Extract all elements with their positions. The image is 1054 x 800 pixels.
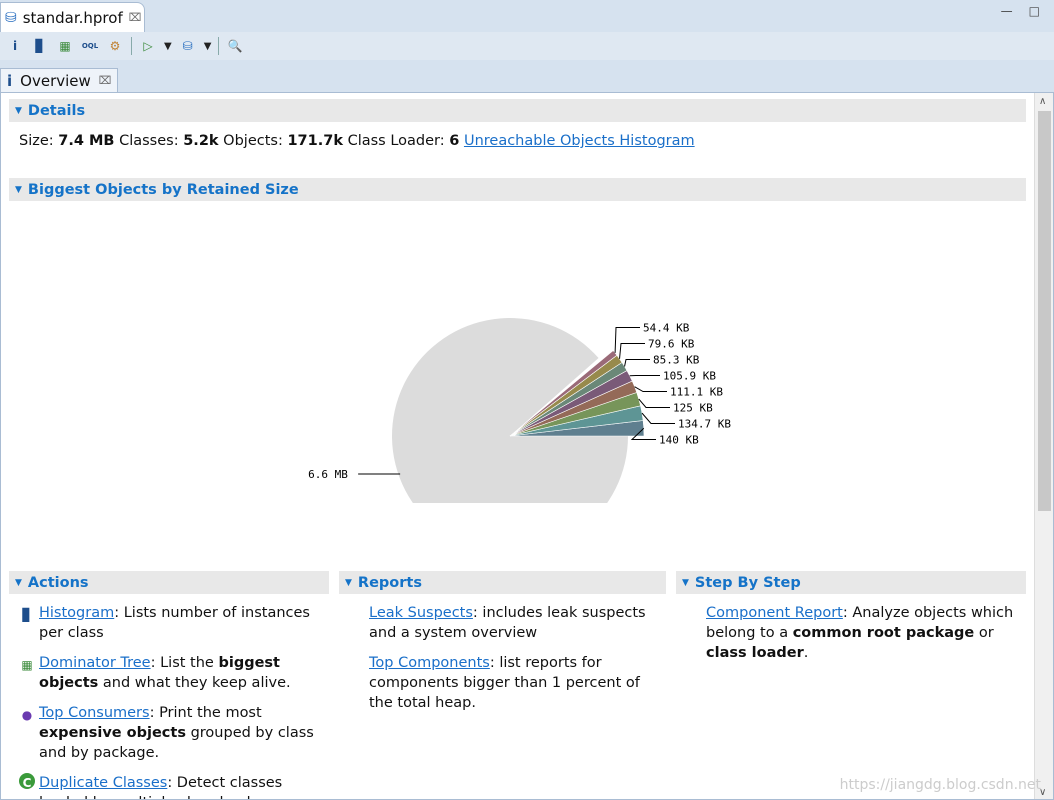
label-leader bbox=[619, 343, 645, 359]
section-title: Actions bbox=[27, 574, 89, 591]
leak-suspects-link[interactable]: Leak Suspects bbox=[369, 605, 473, 621]
slice-label: 79.6 KB bbox=[648, 338, 695, 351]
database-gear-icon[interactable]: ⛁ bbox=[179, 37, 197, 55]
histogram-icon[interactable]: ▊ bbox=[31, 37, 49, 55]
collapse-triangle-icon: ▼ bbox=[682, 577, 689, 588]
run-report-icon[interactable]: ▷ bbox=[139, 37, 157, 55]
collapse-triangle-icon: ▼ bbox=[15, 105, 22, 116]
gear-icon[interactable]: ⚙ bbox=[106, 37, 124, 55]
step-list: Component Report: Analyze objects which … bbox=[706, 605, 1014, 661]
separator bbox=[131, 37, 132, 55]
details-section-header[interactable]: ▼ Details bbox=[9, 99, 1026, 122]
duplicate-classes-link[interactable]: Duplicate Classes bbox=[39, 775, 167, 791]
actions-section-header[interactable]: ▼ Actions bbox=[9, 571, 329, 594]
section-title: Step By Step bbox=[694, 574, 801, 591]
collapse-triangle-icon: ▼ bbox=[345, 577, 352, 588]
component-report-link[interactable]: Component Report bbox=[706, 605, 843, 621]
label-leader bbox=[641, 412, 675, 424]
close-icon[interactable]: ⌧ bbox=[99, 74, 112, 87]
toolbar: i ▊ ▦ OQL ⚙ ▷ ▼ ⛁ ▼ 🔍 bbox=[0, 32, 1054, 60]
section-title: Reports bbox=[357, 574, 422, 591]
chevron-down-icon[interactable]: ▼ bbox=[164, 41, 172, 52]
chevron-down-icon[interactable]: ▼ bbox=[204, 41, 212, 52]
scroll-up-icon[interactable]: ∧ bbox=[1039, 96, 1046, 107]
action-dominator-tree: ▦ Dominator Tree: List the biggest object… bbox=[19, 653, 319, 693]
label-leader bbox=[624, 359, 650, 367]
database-icon: ⛁ bbox=[5, 9, 17, 26]
slice-label: 134.7 KB bbox=[678, 418, 731, 431]
action-top-consumers: ● Top Consumers: Print the most expensive… bbox=[19, 703, 319, 763]
separator bbox=[218, 37, 220, 55]
slice-label: 54.4 KB bbox=[643, 322, 690, 335]
top-components-link[interactable]: Top Components bbox=[369, 655, 490, 671]
label-leader bbox=[634, 386, 667, 392]
top-consumers-link[interactable]: Top Consumers bbox=[39, 705, 150, 721]
unreachable-objects-link[interactable]: Unreachable Objects Histogram bbox=[464, 133, 695, 149]
dominator-tree-link[interactable]: Dominator Tree bbox=[39, 655, 151, 671]
oql-icon[interactable]: OQL bbox=[81, 37, 99, 55]
section-title: Biggest Objects by Retained Size bbox=[27, 181, 299, 198]
editor-tab[interactable]: ⛁ standar.hprof ⌧ bbox=[0, 2, 145, 32]
vertical-scrollbar[interactable]: ∧ ∨ bbox=[1034, 93, 1053, 799]
watermark: https://jiangdg.blog.csdn.net bbox=[839, 777, 1041, 793]
histogram-icon: ▊ bbox=[22, 608, 32, 622]
editor-tab-label: standar.hprof bbox=[22, 8, 123, 27]
class-icon: C bbox=[19, 773, 35, 790]
section-title: Details bbox=[27, 102, 86, 119]
pie-chart: 6.6 MB 140 KB 134.7 KB 125 KB 111.1 KB 105.9 … bbox=[308, 318, 731, 503]
scrollbar-thumb[interactable] bbox=[1038, 111, 1051, 511]
biggest-objects-section-header[interactable]: ▼ Biggest Objects by Retained Size bbox=[9, 178, 1026, 201]
slice-label: 111.1 KB bbox=[670, 386, 723, 399]
tab-overview[interactable]: i Overview ⌧ bbox=[0, 68, 118, 92]
slice-label: 6.6 MB bbox=[308, 468, 348, 481]
action-duplicate-classes: CDuplicate Classes: Detect classes loade… bbox=[19, 773, 319, 799]
slice-label: 140 KB bbox=[659, 434, 699, 447]
minimize-button[interactable]: — bbox=[1001, 4, 1013, 18]
info-icon[interactable]: i bbox=[6, 37, 24, 55]
maximize-button[interactable]: □ bbox=[1029, 4, 1040, 18]
overview-content: ▼ Details Size: 7.4 MB Classes: 5.2k Obje… bbox=[0, 92, 1054, 800]
pie-icon: ● bbox=[21, 708, 33, 722]
close-icon[interactable]: ⌧ bbox=[129, 11, 142, 24]
label-leader bbox=[614, 327, 640, 353]
label-leader bbox=[638, 398, 670, 408]
step-section-header[interactable]: ▼ Step By Step bbox=[676, 571, 1026, 594]
dominator-tree-icon: ▦ bbox=[21, 658, 33, 672]
slice-label: 105.9 KB bbox=[663, 370, 716, 383]
info-icon: i bbox=[7, 71, 13, 90]
details-summary: Size: 7.4 MB Classes: 5.2k Objects: 171.… bbox=[19, 133, 695, 149]
dominator-tree-icon[interactable]: ▦ bbox=[56, 37, 74, 55]
histogram-link[interactable]: Histogram bbox=[39, 605, 114, 621]
actions-list: ▊ Histogram: Lists number of instances pe… bbox=[19, 603, 319, 799]
collapse-triangle-icon: ▼ bbox=[15, 184, 22, 195]
slice-label: 125 KB bbox=[673, 402, 713, 415]
action-histogram: ▊ Histogram: Lists number of instances pe… bbox=[19, 603, 319, 643]
collapse-triangle-icon: ▼ bbox=[15, 577, 22, 588]
slice-label: 85.3 KB bbox=[653, 354, 700, 367]
reports-section-header[interactable]: ▼ Reports bbox=[339, 571, 666, 594]
reports-list: Leak Suspects: includes leak suspects an… bbox=[369, 605, 646, 711]
search-icon[interactable]: 🔍 bbox=[226, 37, 244, 55]
tab-overview-label: Overview bbox=[20, 71, 91, 90]
